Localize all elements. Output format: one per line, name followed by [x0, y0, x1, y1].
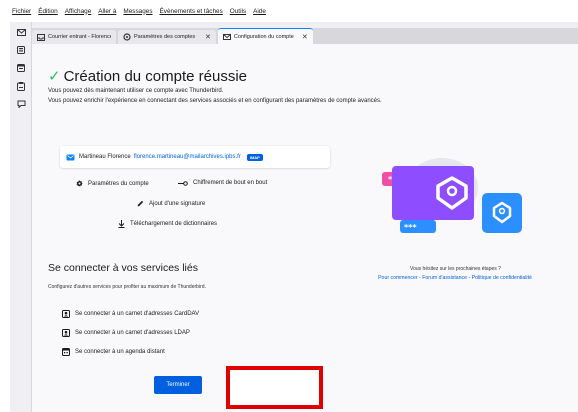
- menu-aller-a[interactable]: Aller à: [98, 8, 116, 15]
- close-icon[interactable]: ✕: [302, 33, 308, 41]
- help-links[interactable]: Pour commencer - Forum d'assistance - Po…: [350, 275, 560, 281]
- page-margin: [0, 0, 10, 412]
- calendar-icon: [17, 64, 25, 72]
- success-description: Vous pouvez enrichir l'expérience en con…: [48, 98, 382, 104]
- account-illustration: ** ***: [382, 158, 522, 233]
- address-book-icon: [17, 46, 25, 54]
- menu-aide[interactable]: Aide: [253, 8, 266, 15]
- checkmark-icon: ✓: [48, 68, 61, 85]
- tab-label: Paramètres des comptes Co…: [134, 34, 197, 40]
- account-card: Martineau Florence florence.martineau@ma…: [60, 146, 330, 168]
- account-settings-link[interactable]: Paramètres du compte: [76, 180, 149, 187]
- page-title: Création du compte réussie: [63, 68, 248, 85]
- account-setup-page: ✓ Création du compte réussie Vous pouvez…: [32, 44, 578, 412]
- tab-label: Courrier entrant - Florence Mar…: [48, 34, 111, 40]
- gear-icon: [123, 33, 131, 41]
- calendar-space-button[interactable]: [10, 60, 32, 76]
- add-signature-label: Ajout d'une signature: [149, 200, 206, 207]
- download-icon: [118, 220, 125, 228]
- gear-icon: [76, 180, 83, 187]
- address-book-icon: [62, 329, 70, 337]
- carddav-label: Se connecter à un carnet d'adresses Card…: [75, 311, 200, 317]
- add-signature-link[interactable]: Ajout d'une signature: [137, 200, 205, 207]
- menu-evenements[interactable]: Évènements et tâches: [160, 8, 223, 15]
- ldap-link[interactable]: Se connecter à un carnet d'adresses LDAP: [62, 329, 190, 337]
- address-book-space-button[interactable]: [10, 42, 32, 58]
- remote-calendar-link[interactable]: Se connecter à un agenda distant: [62, 348, 165, 356]
- key-icon: [178, 180, 188, 186]
- success-message: Vous pouvez dès maintenant utiliser ce c…: [48, 88, 224, 94]
- ldap-label: Se connecter à un carnet d'adresses LDAP: [75, 330, 190, 336]
- menu-messages[interactable]: Messages: [123, 8, 152, 15]
- account-name: Martineau Florence: [79, 154, 131, 160]
- services-subtitle: Configurez d'autres services pour profit…: [48, 284, 206, 290]
- protocol-badge: IMAP: [246, 153, 263, 161]
- menu-outils[interactable]: Outils: [230, 8, 246, 15]
- chat-icon: [17, 100, 25, 108]
- account-icon: [66, 154, 75, 160]
- services-title: Se connecter à vos services liés: [48, 262, 198, 274]
- account-settings-label: Paramètres du compte: [88, 180, 149, 187]
- menubar: Fichier Édition Affichage Aller à Messag…: [10, 0, 578, 22]
- inbox-icon: [37, 33, 45, 41]
- address-book-icon: [62, 310, 70, 318]
- carddav-link[interactable]: Se connecter à un carnet d'adresses Card…: [62, 310, 199, 318]
- menu-affichage[interactable]: Affichage: [65, 8, 92, 15]
- mail-icon: [222, 33, 231, 40]
- chat-space-button[interactable]: [10, 96, 32, 112]
- tab-bar: Courrier entrant - Florence Mar… Paramèt…: [32, 28, 578, 44]
- pen-icon: [137, 200, 144, 207]
- download-dictionaries-label: Téléchargement de dictionnaires: [130, 221, 218, 227]
- tab-account-setup[interactable]: Configuration du compte ✕: [217, 28, 313, 44]
- download-dictionaries-link[interactable]: Téléchargement de dictionnaires: [118, 220, 217, 228]
- remote-calendar-label: Se connecter à un agenda distant: [75, 349, 165, 355]
- tab-label: Configuration du compte: [233, 33, 294, 40]
- password-card-purple: [392, 166, 474, 220]
- tasks-icon: [17, 81, 25, 91]
- password-dots: ***: [404, 223, 417, 232]
- menu-fichier[interactable]: Fichier: [12, 8, 31, 15]
- tasks-space-button[interactable]: [10, 78, 32, 94]
- mail-icon: [16, 28, 26, 36]
- e2e-encryption-label: Chiffrement de bout en bout: [193, 180, 268, 186]
- mail-space-button[interactable]: [10, 24, 32, 40]
- tab-inbox[interactable]: Courrier entrant - Florence Mar…: [32, 30, 116, 44]
- menu-edition[interactable]: Édition: [38, 8, 58, 15]
- close-icon[interactable]: ✕: [205, 33, 211, 41]
- help-question: Vous hésitez sur les prochaines étapes ?: [410, 266, 501, 272]
- e2e-encryption-link[interactable]: Chiffrement de bout en bout: [178, 180, 267, 186]
- calendar-icon: [62, 348, 70, 356]
- spaces-toolbar: [10, 22, 32, 412]
- page-header: ✓ Création du compte réussie: [48, 68, 247, 85]
- annotation-highlight-box: [226, 366, 323, 409]
- finish-button[interactable]: Terminer: [154, 376, 202, 394]
- account-email: florence.martineau@mailarchives.ipbs.fr: [133, 154, 241, 160]
- tab-account-settings[interactable]: Paramètres des comptes Co… ✕: [118, 30, 216, 44]
